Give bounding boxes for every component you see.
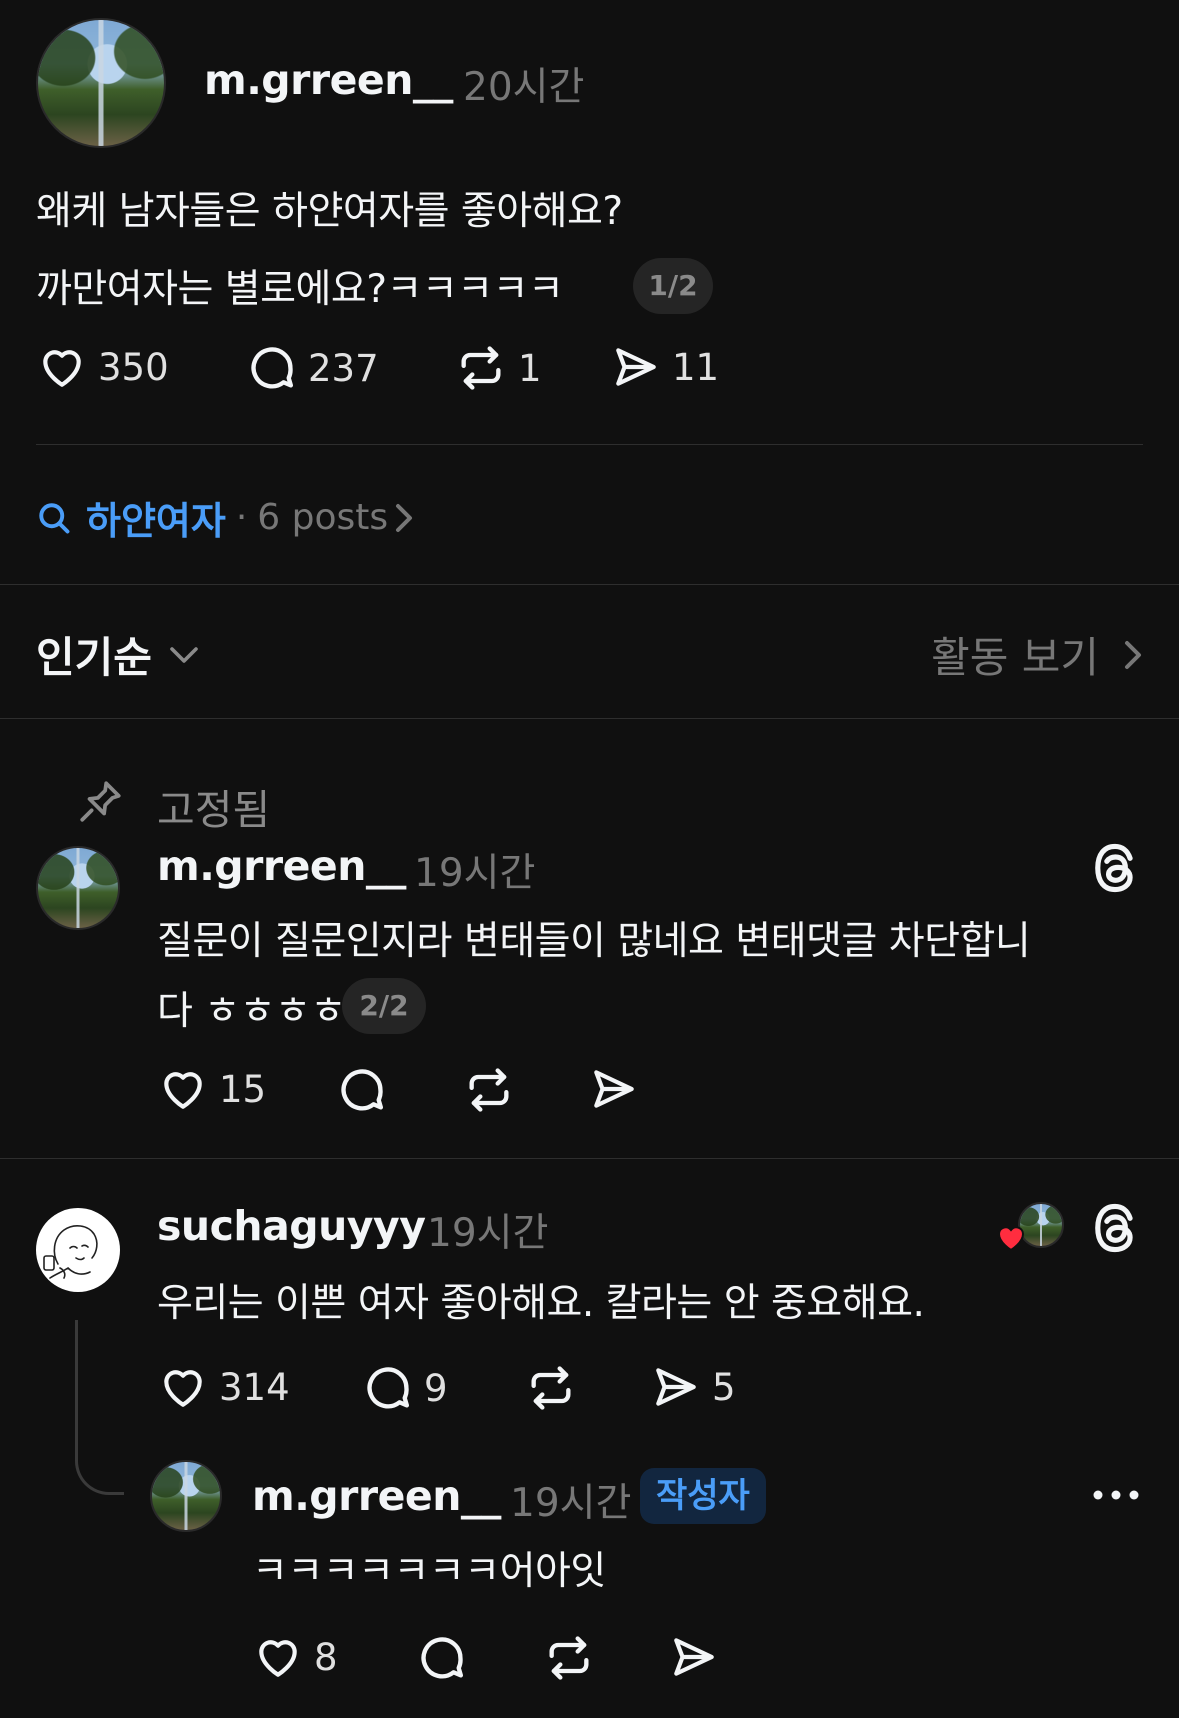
chevron-right-icon bbox=[1123, 639, 1143, 671]
post-repost-count: 1 bbox=[518, 346, 542, 390]
pinned-text-line1: 질문이 질문인지라 변태들이 많네요 변태댓글 차단합니 bbox=[157, 919, 1031, 964]
search-icon bbox=[36, 500, 72, 536]
post-time: 20시간 bbox=[463, 65, 585, 110]
post-pager: 1/2 bbox=[633, 258, 713, 314]
post-share-count: 11 bbox=[672, 345, 720, 389]
post-comment-button[interactable]: 237 bbox=[246, 342, 379, 394]
sort-dropdown[interactable]: 인기순 bbox=[36, 624, 200, 685]
chevron-down-icon bbox=[168, 645, 200, 665]
reply-username[interactable]: suchaguyyy bbox=[157, 1202, 426, 1250]
repost-icon[interactable] bbox=[524, 1362, 578, 1414]
reply-like-count: 314 bbox=[219, 1365, 290, 1409]
pinned-like-button[interactable]: 15 bbox=[157, 1064, 266, 1114]
pinned-username[interactable]: m.grreen__ bbox=[157, 842, 406, 890]
heart-filled-icon bbox=[994, 1222, 1028, 1254]
pinned-text-line2: 다 ㅎㅎㅎㅎ bbox=[157, 989, 346, 1034]
pinned-avatar[interactable] bbox=[36, 846, 120, 930]
nested-like-button[interactable]: 8 bbox=[252, 1632, 338, 1682]
post-share-button[interactable]: 11 bbox=[610, 342, 719, 392]
threads-icon[interactable] bbox=[1089, 1200, 1141, 1256]
post-username[interactable]: m.grreen__ bbox=[204, 56, 453, 104]
share-icon bbox=[650, 1362, 702, 1412]
pinned-time: 19시간 bbox=[414, 851, 536, 896]
reply-share-button[interactable]: 5 bbox=[650, 1362, 736, 1412]
reply-time: 19시간 bbox=[427, 1211, 549, 1256]
post-comment-count: 237 bbox=[308, 346, 379, 390]
nested-avatar[interactable] bbox=[150, 1460, 222, 1532]
chevron-right-icon bbox=[394, 502, 414, 534]
author-badge: 작성자 bbox=[640, 1468, 766, 1524]
comment-icon bbox=[362, 1362, 414, 1414]
post-avatar[interactable] bbox=[36, 18, 166, 148]
nested-username[interactable]: m.grreen__ bbox=[252, 1472, 501, 1520]
view-activity-link[interactable]: 활동 보기 bbox=[931, 624, 1143, 685]
post-like-button[interactable]: 350 bbox=[36, 342, 169, 392]
share-icon bbox=[610, 342, 662, 392]
section-divider-3 bbox=[0, 1158, 1179, 1159]
pin-icon bbox=[76, 776, 126, 826]
reply-share-count: 5 bbox=[712, 1365, 736, 1409]
comment-icon[interactable] bbox=[416, 1632, 468, 1684]
section-divider-1 bbox=[0, 584, 1179, 585]
pinned-pager: 2/2 bbox=[342, 978, 426, 1034]
topic-count: 6 posts bbox=[257, 497, 389, 538]
reply-like-button[interactable]: 314 bbox=[157, 1362, 290, 1412]
reply-text: 우리는 이쁜 여자 좋아해요. 칼라는 안 중요해요. bbox=[157, 1281, 925, 1326]
post-text-line2: 까만여자는 별로에요?ㅋㅋㅋㅋㅋ bbox=[36, 267, 564, 312]
heart-icon bbox=[252, 1632, 304, 1682]
reply-comment-button[interactable]: 9 bbox=[362, 1362, 448, 1414]
repost-icon[interactable] bbox=[462, 1064, 516, 1116]
nested-like-count: 8 bbox=[314, 1635, 338, 1679]
repost-icon[interactable] bbox=[542, 1632, 596, 1684]
topic-link[interactable]: 하얀여자 · 6 posts bbox=[36, 490, 414, 545]
share-icon[interactable] bbox=[668, 1632, 720, 1682]
comment-icon[interactable] bbox=[336, 1064, 388, 1116]
reply-comment-count: 9 bbox=[424, 1366, 448, 1410]
pinned-like-count: 15 bbox=[219, 1067, 267, 1111]
pinned-label: 고정됨 bbox=[157, 786, 271, 834]
heart-icon bbox=[157, 1064, 209, 1114]
section-divider-2 bbox=[0, 718, 1179, 719]
reply-avatar[interactable] bbox=[36, 1208, 120, 1292]
sort-label: 인기순 bbox=[36, 633, 152, 682]
post-text-line1: 왜케 남자들은 하얀여자를 좋아해요? bbox=[36, 189, 623, 234]
heart-icon bbox=[157, 1362, 209, 1412]
view-activity-label: 활동 보기 bbox=[931, 633, 1099, 682]
post-like-count: 350 bbox=[98, 345, 169, 389]
nested-time: 19시간 bbox=[510, 1481, 632, 1526]
thread-line bbox=[75, 1320, 124, 1495]
nested-text: ㅋㅋㅋㅋㅋㅋㅋ어아잇 bbox=[252, 1549, 606, 1594]
post-repost-button[interactable]: 1 bbox=[454, 342, 542, 394]
share-icon[interactable] bbox=[588, 1064, 640, 1114]
post-divider bbox=[36, 444, 1143, 445]
threads-icon[interactable] bbox=[1089, 840, 1141, 896]
heart-icon bbox=[36, 342, 88, 392]
more-options-icon[interactable] bbox=[1092, 1480, 1140, 1510]
topic-separator: · bbox=[235, 497, 248, 538]
repost-icon bbox=[454, 342, 508, 394]
comment-icon bbox=[246, 342, 298, 394]
topic-tag: 하얀여자 bbox=[86, 499, 226, 543]
